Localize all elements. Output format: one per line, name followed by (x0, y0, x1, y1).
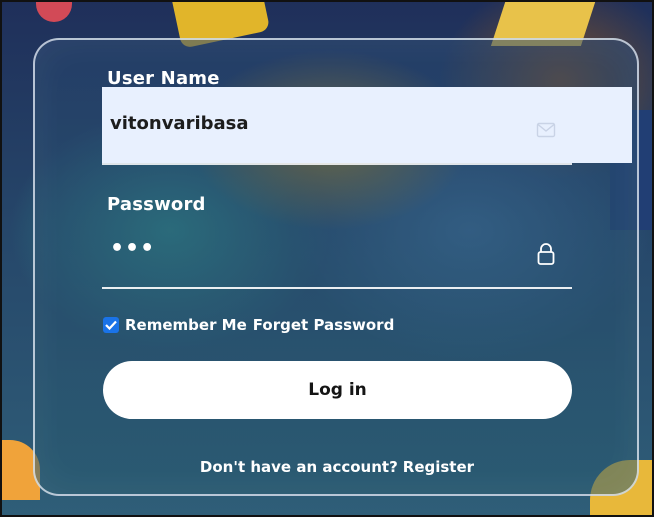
mail-icon (536, 121, 556, 139)
lock-icon (536, 242, 556, 266)
register-link[interactable]: Register (403, 458, 474, 476)
username-underline (102, 163, 572, 165)
username-label: User Name (107, 68, 220, 89)
password-label: Password (107, 194, 206, 215)
remember-me-label[interactable]: Remember Me (125, 316, 247, 334)
register-prompt-row: Don't have an account? Register (0, 458, 654, 476)
forget-password-link[interactable]: Forget Password (253, 316, 395, 334)
remember-me-checkbox[interactable] (103, 317, 119, 333)
password-underline (102, 287, 572, 289)
password-input[interactable]: ••• (110, 236, 155, 261)
remember-row: Remember Me Forget Password (103, 314, 394, 336)
username-value: vitonvaribasa (110, 113, 249, 134)
login-button[interactable]: Log in (103, 361, 572, 419)
register-prompt: Don't have an account? (199, 458, 398, 476)
login-screen: vitonvaribasa User Name Password ••• Rem… (0, 0, 654, 517)
username-input[interactable]: vitonvaribasa (102, 87, 632, 163)
checkmark-icon (105, 320, 117, 330)
